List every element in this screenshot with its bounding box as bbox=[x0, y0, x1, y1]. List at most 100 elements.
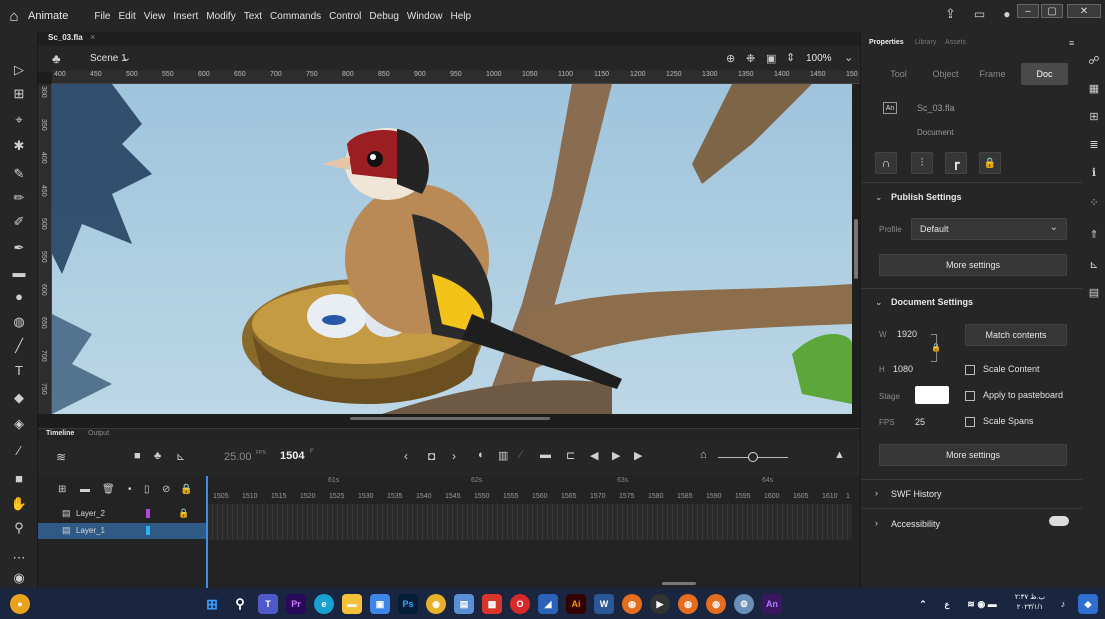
mountain-zoom-icon[interactable]: ▲ bbox=[834, 449, 845, 461]
fps-value[interactable]: 25 bbox=[915, 417, 925, 427]
panel-menu-icon[interactable]: ≡ bbox=[1069, 38, 1074, 48]
network-icon[interactable]: ≋ ◉ ▬ bbox=[962, 594, 1002, 614]
start-icon[interactable]: ⊞ bbox=[202, 594, 222, 614]
chevron-up-icon[interactable]: ⌃ bbox=[916, 594, 930, 614]
app-icon[interactable]: ▤ bbox=[454, 594, 474, 614]
tab-assets[interactable]: Assets bbox=[945, 39, 966, 46]
subtab-tool[interactable]: Tool bbox=[875, 63, 922, 85]
chevron-right-icon[interactable]: › bbox=[875, 488, 878, 498]
menu-control[interactable]: Control bbox=[329, 11, 361, 22]
height-value[interactable]: 1080 bbox=[893, 364, 913, 374]
library-icon[interactable]: ▦ bbox=[1086, 80, 1102, 96]
menu-window[interactable]: Window bbox=[407, 11, 443, 22]
highlight-layer-icon[interactable]: • bbox=[128, 484, 132, 495]
free-transform-tool-icon[interactable]: ⊞ bbox=[7, 84, 31, 104]
frames-grid[interactable] bbox=[207, 504, 852, 540]
widget-icon[interactable]: ● bbox=[10, 594, 30, 614]
notification-icon[interactable]: ♪ bbox=[1056, 594, 1070, 614]
menu-edit[interactable]: Edit bbox=[118, 11, 135, 22]
menu-modify[interactable]: Modify bbox=[206, 11, 235, 22]
prev-keyframe-icon[interactable]: ‹ bbox=[404, 449, 408, 463]
eraser-tool-icon[interactable]: ◆ bbox=[7, 388, 31, 408]
media-player-icon[interactable]: ▶ bbox=[650, 594, 670, 614]
maximize-button[interactable]: ▢ bbox=[1041, 4, 1063, 18]
pin-tool-icon[interactable]: ✱ bbox=[7, 136, 31, 156]
menu-file[interactable]: File bbox=[94, 11, 110, 22]
stage-horizontal-scrollbar[interactable] bbox=[350, 417, 550, 420]
layer-depth-icon[interactable]: ⊾ bbox=[176, 450, 185, 463]
text-tool-icon[interactable]: T bbox=[7, 360, 31, 380]
subtab-object[interactable]: Object bbox=[922, 63, 969, 85]
create-tween-icon[interactable]: ⁄ bbox=[520, 449, 522, 461]
menu-debug[interactable]: Debug bbox=[369, 11, 398, 22]
play-icon[interactable]: ▶ bbox=[612, 449, 620, 462]
selection-tool-icon[interactable]: ▷ bbox=[7, 60, 31, 80]
lasso-tool-icon[interactable]: ⌖ bbox=[7, 110, 31, 130]
chevron-down-icon[interactable]: ⌄ bbox=[122, 51, 131, 64]
share-icon[interactable]: ⇪ bbox=[945, 6, 956, 22]
search-icon[interactable]: ⚲ bbox=[230, 594, 250, 614]
assets-icon[interactable]: ☍ bbox=[1086, 52, 1102, 68]
store-icon[interactable]: ▣ bbox=[370, 594, 390, 614]
camera-icon[interactable]: ■ bbox=[134, 450, 141, 462]
app-icon[interactable]: ◢ bbox=[538, 594, 558, 614]
document-tab[interactable]: Sc_03.fla bbox=[48, 33, 83, 42]
layer-name[interactable]: Layer_2 bbox=[76, 509, 105, 518]
more-tools-icon[interactable]: ⋯ bbox=[7, 548, 31, 568]
next-keyframe-icon[interactable]: › bbox=[452, 449, 456, 463]
workspace-icon[interactable]: ▭ bbox=[974, 6, 985, 22]
publish-settings-title[interactable]: Publish Settings bbox=[891, 192, 962, 202]
tab-library[interactable]: Library bbox=[915, 39, 936, 46]
stage-color-swatch[interactable] bbox=[915, 386, 949, 404]
stage-canvas[interactable] bbox=[52, 84, 852, 414]
premiere-icon[interactable]: Pr bbox=[286, 594, 306, 614]
hand-tool-icon[interactable]: ✋ bbox=[7, 494, 31, 514]
tab-timeline[interactable]: Timeline bbox=[46, 430, 74, 437]
edit-symbol-icon[interactable]: ❉ bbox=[746, 52, 755, 65]
first-frame-icon[interactable]: ⊏ bbox=[566, 449, 575, 462]
swf-history-title[interactable]: SWF History bbox=[891, 489, 942, 499]
layer-color-swatch[interactable] bbox=[146, 526, 150, 535]
clock[interactable]: ۲:۳۷ ب.ظ ۲۰۲۳/۱/۱ bbox=[1010, 593, 1050, 613]
layer-row[interactable]: ▤ Layer_2 🔒 bbox=[38, 506, 206, 522]
firefox-icon[interactable]: ◍ bbox=[678, 594, 698, 614]
firefox-icon[interactable]: ◍ bbox=[706, 594, 726, 614]
oval-tool-icon[interactable]: ● bbox=[7, 286, 31, 306]
polystar-tool-icon[interactable]: ◍ bbox=[7, 312, 31, 332]
chrome-icon[interactable]: ◉ bbox=[426, 594, 446, 614]
info-icon[interactable]: ℹ bbox=[1086, 164, 1102, 180]
firefox-icon[interactable]: ◍ bbox=[622, 594, 642, 614]
layer-name[interactable]: Layer_1 bbox=[76, 526, 105, 535]
language-icon[interactable]: ع bbox=[940, 594, 954, 614]
align-panel-icon[interactable]: ⊞ bbox=[1086, 108, 1102, 124]
menu-help[interactable]: Help bbox=[450, 11, 471, 22]
chevron-down-icon[interactable]: ⌄ bbox=[875, 297, 883, 308]
tab-output[interactable]: Output bbox=[88, 430, 109, 437]
menu-text[interactable]: Text bbox=[244, 11, 262, 22]
eyedropper-tool-icon[interactable]: ⁄ bbox=[7, 440, 31, 460]
layer-row[interactable]: ▤ Layer_1 bbox=[38, 523, 206, 539]
accessibility-toggle[interactable] bbox=[1049, 516, 1069, 526]
rectangle-tool-icon[interactable]: ▬ bbox=[7, 262, 31, 282]
width-value[interactable]: 1920 bbox=[897, 329, 917, 339]
color-swatch-icon[interactable]: ◉ bbox=[7, 568, 31, 588]
zoom-tool-icon[interactable]: ⚲ bbox=[7, 518, 31, 538]
paint-bucket-icon[interactable]: ◈ bbox=[7, 414, 31, 434]
edge-icon[interactable]: e bbox=[314, 594, 334, 614]
chevron-right-icon[interactable]: › bbox=[875, 518, 878, 528]
color-icon[interactable]: ⁘ bbox=[1086, 194, 1102, 210]
transform-icon[interactable]: ⊾ bbox=[1086, 256, 1102, 272]
outline-layer-icon[interactable]: ▯ bbox=[144, 484, 150, 495]
motion-presets-icon[interactable]: ⇑ bbox=[1086, 226, 1102, 242]
app-icon[interactable]: ▩ bbox=[482, 594, 502, 614]
clip-icon[interactable]: ▣ bbox=[766, 52, 776, 65]
lock-icon[interactable]: 🔒 bbox=[180, 484, 192, 495]
edit-multiple-frames-icon[interactable]: ▥ bbox=[498, 449, 508, 462]
insert-keyframe-icon[interactable]: ◘ bbox=[428, 449, 435, 463]
file-explorer-icon[interactable]: ▬ bbox=[342, 594, 362, 614]
accessibility-title[interactable]: Accessibility bbox=[891, 519, 940, 529]
line-tool-icon[interactable]: ╱ bbox=[7, 336, 31, 356]
settings-icon[interactable]: ⚙ bbox=[734, 594, 754, 614]
zoom-stepper-icon[interactable]: ⇕ bbox=[786, 51, 795, 64]
components-icon[interactable]: ▤ bbox=[1086, 284, 1102, 300]
